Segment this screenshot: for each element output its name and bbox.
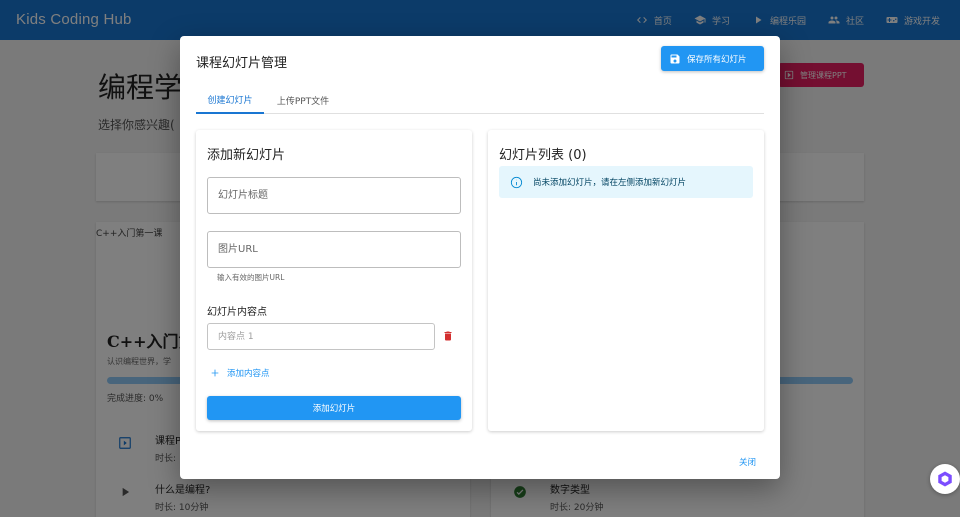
slide-list-heading: 幻灯片列表 (0) (499, 148, 587, 163)
save-all-slides-button[interactable]: 保存所有幻灯片 (661, 46, 764, 71)
close-dialog-button[interactable]: 关闭 (739, 456, 756, 468)
plus-icon (211, 369, 219, 377)
add-point-label: 添加内容点 (227, 369, 270, 379)
add-content-point-button[interactable]: 添加内容点 (210, 364, 270, 382)
image-url-helper: 输入有效的图片URL (217, 273, 285, 282)
slides-manager-dialog: 课程幻灯片管理 保存所有幻灯片 创建幻灯片 上传PPT文件 添加新幻灯片 输入有… (180, 36, 780, 479)
add-slide-heading: 添加新幻灯片 (207, 148, 286, 163)
delete-icon (444, 331, 452, 341)
save-all-label: 保存所有幻灯片 (687, 54, 747, 65)
tab-create-slides[interactable]: 创建幻灯片 (196, 86, 264, 114)
slide-list-panel: 幻灯片列表 (0) 尚未添加幻灯片，请在左侧添加新幻灯片 (488, 130, 764, 431)
assistant-fab[interactable] (930, 464, 960, 494)
dialog-tabs: 创建幻灯片 上传PPT文件 (196, 86, 764, 114)
slide-title-input[interactable] (207, 177, 461, 214)
content-point-input[interactable] (207, 323, 435, 350)
content-points-label: 幻灯片内容点 (207, 307, 267, 318)
delete-point-button[interactable] (441, 329, 455, 345)
info-icon (510, 176, 523, 188)
empty-list-alert: 尚未添加幻灯片，请在左侧添加新幻灯片 (499, 166, 753, 198)
add-slide-panel: 添加新幻灯片 输入有效的图片URL 幻灯片内容点 添加内容点 添加幻灯片 (196, 130, 472, 431)
add-slide-button[interactable]: 添加幻灯片 (207, 396, 461, 420)
empty-list-message: 尚未添加幻灯片，请在左侧添加新幻灯片 (533, 178, 687, 188)
image-url-input[interactable] (207, 231, 461, 268)
tab-upload-ppt[interactable]: 上传PPT文件 (264, 86, 342, 114)
save-icon (670, 54, 680, 63)
assistant-logo-icon (938, 471, 952, 487)
dialog-title: 课程幻灯片管理 (196, 56, 288, 71)
